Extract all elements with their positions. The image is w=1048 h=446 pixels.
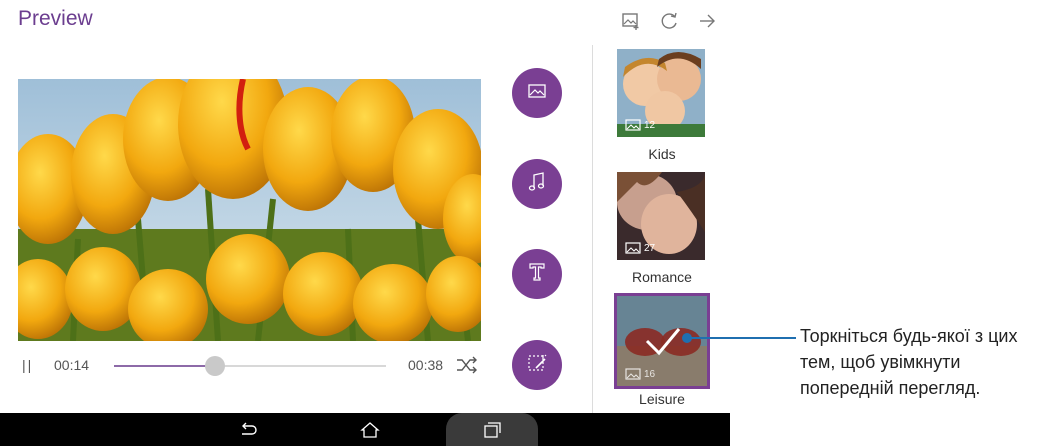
photo-count-badge: 27	[625, 242, 655, 254]
page-title: Preview	[18, 7, 93, 30]
refresh-icon[interactable]	[659, 10, 681, 32]
image-icon	[625, 119, 641, 131]
recents-icon[interactable]	[446, 413, 538, 446]
theme-label-kids: Kids	[648, 146, 676, 162]
music-button[interactable]	[512, 159, 562, 209]
photo-count-badge: 16	[625, 368, 655, 380]
current-time: 00:14	[54, 357, 90, 373]
seek-bar[interactable]	[114, 365, 386, 367]
image-button[interactable]	[512, 68, 562, 118]
pause-button[interactable]: ||	[22, 357, 33, 373]
system-navbar	[0, 413, 730, 446]
theme-leisure-selected[interactable]: 16	[614, 293, 710, 389]
callout-line	[686, 337, 796, 339]
theme-label-romance: Romance	[632, 269, 692, 285]
image-icon	[527, 82, 547, 105]
callout-text: Торкніться будь-якої з цих тем, щоб увім…	[800, 326, 1018, 398]
effects-icon	[526, 352, 548, 379]
back-icon[interactable]	[230, 413, 266, 446]
theme-kids[interactable]: 12	[617, 49, 705, 137]
text-icon	[526, 261, 548, 288]
photo-count-badge: 12	[625, 119, 655, 131]
image-icon	[625, 368, 641, 380]
arrow-right-icon[interactable]	[696, 10, 718, 32]
total-time: 00:38	[408, 357, 444, 373]
home-icon[interactable]	[352, 413, 388, 446]
app-screen: Preview || 00:14 00:38 12 Kids 27 Romanc…	[0, 0, 730, 446]
panel-divider	[592, 45, 593, 413]
image-icon	[625, 242, 641, 254]
seek-bar-fill	[114, 365, 215, 367]
shuffle-icon[interactable]	[456, 356, 478, 379]
player-controls: || 00:14 00:38	[18, 350, 483, 380]
theme-label-leisure: Leisure	[639, 391, 685, 407]
add-photo-icon[interactable]	[620, 10, 642, 32]
seek-thumb[interactable]	[204, 356, 225, 376]
theme-romance[interactable]: 27	[617, 172, 705, 260]
effects-button[interactable]	[512, 340, 562, 390]
music-icon	[527, 171, 547, 198]
video-preview[interactable]	[18, 79, 481, 341]
text-button[interactable]	[512, 249, 562, 299]
